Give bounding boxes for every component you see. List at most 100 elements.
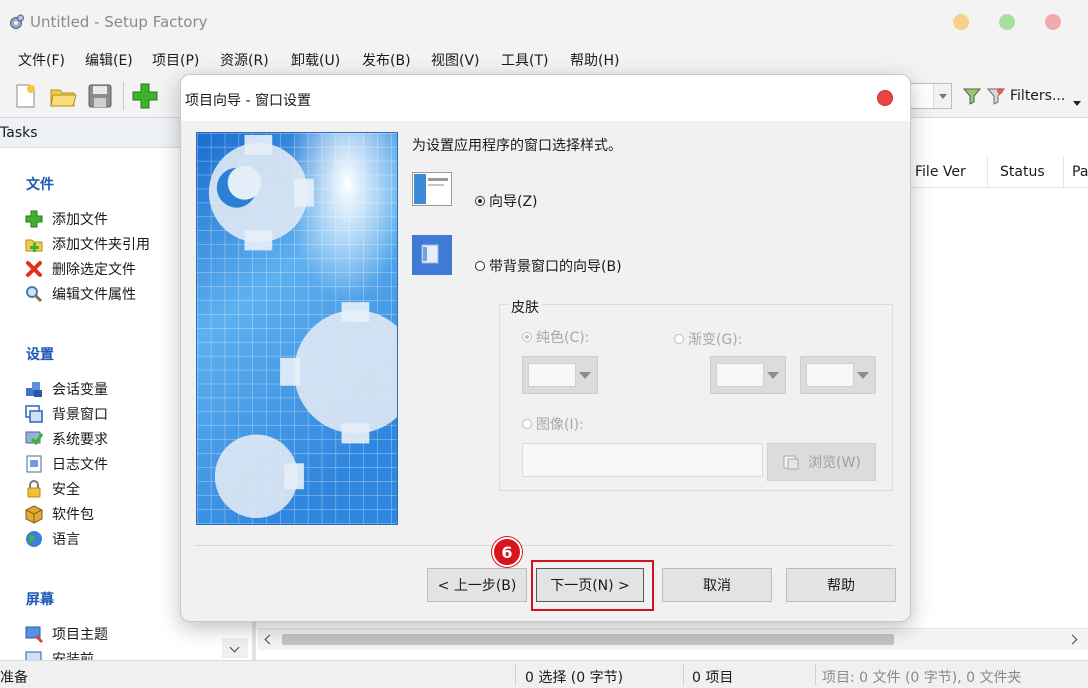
next-button[interactable]: 下一页(N) > <box>536 568 644 602</box>
column-path[interactable]: Pa <box>1072 164 1088 180</box>
dialog-titlebar[interactable]: 项目向导 - 窗口设置 <box>181 75 910 121</box>
menu-help[interactable]: 帮助(H) <box>570 50 619 70</box>
browse-folder-icon <box>783 455 799 470</box>
menu-publish[interactable]: 发布(B) <box>362 50 411 70</box>
package-icon <box>25 505 43 524</box>
filter-edit-icon <box>986 88 1006 105</box>
status-separator <box>683 664 684 686</box>
file-properties-icon <box>26 286 43 303</box>
filter-combo[interactable] <box>908 83 952 109</box>
chevron-down-icon[interactable] <box>222 638 248 658</box>
toolbar-overflow-icon[interactable] <box>1073 101 1081 110</box>
radio-wizard[interactable] <box>475 196 485 206</box>
option-wizard-with-background[interactable]: 带背景窗口的向导(B) <box>475 256 622 276</box>
task-project-theme[interactable]: 项目主题 <box>24 623 108 645</box>
task-delete-file[interactable]: 删除选定文件 <box>24 258 136 280</box>
column-separator[interactable] <box>1063 156 1064 188</box>
open-folder-icon[interactable] <box>48 81 78 111</box>
menu-file[interactable]: 文件(F) <box>18 50 65 70</box>
group-title-screens[interactable]: 屏幕 <box>26 589 54 609</box>
task-before-install[interactable]: 安装前 <box>24 648 94 660</box>
task-add-folder-reference[interactable]: 添加文件夹引用 <box>24 233 150 255</box>
background-window-icon <box>25 405 43 423</box>
filters-label: Filters... <box>1010 88 1066 104</box>
task-file-properties[interactable]: 编辑文件属性 <box>24 283 136 305</box>
window-titlebar: Untitled - Setup Factory <box>0 0 1088 44</box>
status-items: 0 项目 <box>692 670 734 686</box>
option-gradient[interactable]: 渐变(G): <box>674 329 743 349</box>
security-lock-icon <box>27 480 41 498</box>
dialog-title: 项目向导 - 窗口设置 <box>185 93 311 109</box>
dialog-close-button[interactable] <box>877 90 893 106</box>
option-solid-color[interactable]: 纯色(C): <box>522 327 589 347</box>
back-button[interactable]: < 上一步(B) <box>427 568 527 602</box>
dialog-separator <box>195 545 893 546</box>
minimize-button[interactable] <box>953 14 969 30</box>
menu-edit[interactable]: 编辑(E) <box>85 50 133 70</box>
wizard-style-preview-icon <box>412 172 452 206</box>
task-system-requirements[interactable]: 系统要求 <box>24 428 108 450</box>
filters-button[interactable]: Filters... <box>962 85 1065 107</box>
save-icon[interactable] <box>85 81 115 111</box>
task-session-variables[interactable]: 会话变量 <box>24 378 108 400</box>
maximize-button[interactable] <box>999 14 1015 30</box>
task-security[interactable]: 安全 <box>24 478 80 500</box>
chevron-right-icon[interactable] <box>1067 634 1078 645</box>
add-folder-reference-icon <box>25 239 43 252</box>
status-bar: 准备 0 选择 (0 字节) 0 项目 项目: 0 文件 (0 字节), 0 文… <box>0 660 1088 688</box>
menu-tools[interactable]: 工具(T) <box>501 50 548 70</box>
group-title-settings[interactable]: 设置 <box>26 344 54 364</box>
solid-color-picker[interactable] <box>522 356 598 394</box>
delete-file-icon <box>26 261 42 277</box>
menu-uninstall[interactable]: 卸载(U) <box>291 50 340 70</box>
task-package[interactable]: 软件包 <box>24 503 94 525</box>
radio-wizard-with-background[interactable] <box>475 261 485 271</box>
task-language[interactable]: 语言 <box>24 528 80 550</box>
browse-button[interactable]: 浏览(W) <box>767 443 876 481</box>
step-number-badge: 6 <box>492 537 522 567</box>
column-file-version[interactable]: File Ver <box>915 164 966 180</box>
option-wizard[interactable]: 向导(Z) <box>475 191 538 211</box>
group-title-files[interactable]: 文件 <box>26 174 54 194</box>
option-image[interactable]: 图像(I): <box>522 414 584 434</box>
radio-gradient[interactable] <box>674 334 684 344</box>
menu-project[interactable]: 项目(P) <box>152 50 199 70</box>
task-add-file[interactable]: 添加文件 <box>24 208 108 230</box>
filter-funnel-icon <box>962 88 982 105</box>
column-separator[interactable] <box>987 156 988 188</box>
new-project-icon[interactable] <box>10 81 40 111</box>
before-install-icon <box>25 651 42 660</box>
task-log-file[interactable]: 日志文件 <box>24 453 108 475</box>
scrollbar-thumb[interactable] <box>282 634 894 645</box>
setup-factory-gear-icon <box>10 14 24 29</box>
gradient-end-color-picker[interactable] <box>800 356 876 394</box>
column-status[interactable]: Status <box>1000 164 1045 180</box>
task-background-window[interactable]: 背景窗口 <box>24 403 108 425</box>
radio-solid-color[interactable] <box>522 332 532 342</box>
project-wizard-dialog: 项目向导 - 窗口设置 为设置应用程序的窗口选择样式。 向导(Z) 带背景窗口的… <box>180 74 911 622</box>
log-file-icon <box>26 455 42 473</box>
menu-resources[interactable]: 资源(R) <box>220 50 269 70</box>
close-window-button[interactable] <box>1045 14 1061 30</box>
chevron-left-icon[interactable] <box>264 634 275 645</box>
cancel-button[interactable]: 取消 <box>662 568 772 602</box>
help-button[interactable]: 帮助 <box>786 568 896 602</box>
image-path-input[interactable] <box>522 443 763 477</box>
session-variables-icon <box>26 382 42 397</box>
language-globe-icon <box>26 531 42 547</box>
dialog-heading: 为设置应用程序的窗口选择样式。 <box>412 138 622 154</box>
gradient-start-color-picker[interactable] <box>710 356 786 394</box>
horizontal-scrollbar[interactable] <box>258 628 1088 650</box>
system-requirements-icon <box>25 431 44 446</box>
tasks-title: Tasks <box>0 125 38 141</box>
status-separator <box>815 664 816 686</box>
add-file-icon <box>25 210 43 228</box>
status-separator <box>515 664 516 686</box>
radio-image[interactable] <box>522 419 532 429</box>
menu-view[interactable]: 视图(V) <box>431 50 480 70</box>
window-title: Untitled - Setup Factory <box>30 13 208 31</box>
chevron-down-icon <box>857 372 869 385</box>
chevron-down-icon[interactable] <box>933 84 951 108</box>
add-files-icon[interactable] <box>130 81 160 111</box>
status-selection: 0 选择 (0 字节) <box>525 670 624 686</box>
